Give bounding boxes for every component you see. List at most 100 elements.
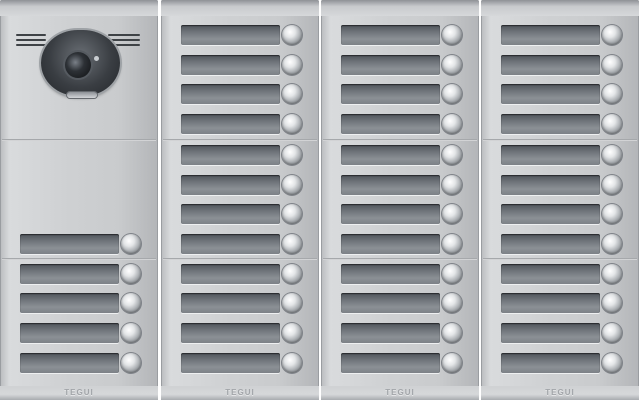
name-tag <box>20 353 119 373</box>
name-tag <box>181 204 280 224</box>
call-button-icon[interactable] <box>282 234 302 254</box>
name-tag <box>181 25 280 45</box>
call-button-icon[interactable] <box>282 264 302 284</box>
call-button-icon[interactable] <box>442 114 462 134</box>
name-tag <box>501 114 600 134</box>
module-divider <box>483 258 637 260</box>
call-button-icon[interactable] <box>282 323 302 343</box>
call-button-icon[interactable] <box>121 293 141 313</box>
name-tag <box>501 293 600 313</box>
call-button-icon[interactable] <box>602 145 622 165</box>
call-button-icon[interactable] <box>121 353 141 373</box>
speaker-grille-left <box>16 39 46 41</box>
call-button-icon[interactable] <box>602 264 622 284</box>
call-button-icon[interactable] <box>442 353 462 373</box>
camera-light-bar <box>67 92 97 98</box>
call-button-icon[interactable] <box>442 323 462 343</box>
brand-label: TEGUI <box>64 388 94 397</box>
name-tag <box>20 293 119 313</box>
call-button-icon[interactable] <box>602 84 622 104</box>
name-tag <box>341 264 440 284</box>
call-button-icon[interactable] <box>602 204 622 224</box>
call-button-icon[interactable] <box>442 84 462 104</box>
call-button-icon[interactable] <box>282 114 302 134</box>
call-button-icon[interactable] <box>602 25 622 45</box>
name-tag <box>181 145 280 165</box>
speaker-grille-left <box>16 44 46 46</box>
name-tag <box>501 234 600 254</box>
name-tag <box>341 25 440 45</box>
name-tag <box>501 25 600 45</box>
call-button-icon[interactable] <box>442 175 462 195</box>
call-button-icon[interactable] <box>282 293 302 313</box>
speaker-grille-left <box>16 34 46 36</box>
name-tag <box>501 323 600 343</box>
name-tag <box>20 234 119 254</box>
call-button-icon[interactable] <box>602 353 622 373</box>
call-button-icon[interactable] <box>282 25 302 45</box>
column-top-edge <box>321 0 479 16</box>
camera-icon <box>41 30 120 98</box>
column-top-edge <box>161 0 319 16</box>
speaker-grille-right <box>108 39 140 41</box>
call-button-icon[interactable] <box>442 293 462 313</box>
name-tag <box>181 114 280 134</box>
name-tag <box>341 323 440 343</box>
call-button-icon[interactable] <box>121 234 141 254</box>
module-divider <box>163 258 317 260</box>
call-button-icon[interactable] <box>602 175 622 195</box>
call-button-icon[interactable] <box>121 264 141 284</box>
call-button-icon[interactable] <box>442 145 462 165</box>
call-button-icon[interactable] <box>282 55 302 75</box>
call-button-icon[interactable] <box>442 55 462 75</box>
name-tag <box>341 114 440 134</box>
button-column: TEGUI <box>161 0 319 400</box>
name-tag <box>341 293 440 313</box>
call-button-icon[interactable] <box>602 55 622 75</box>
call-button-icon[interactable] <box>602 114 622 134</box>
name-tag <box>181 264 280 284</box>
camera-led <box>94 56 99 61</box>
name-tag <box>341 84 440 104</box>
call-button-icon[interactable] <box>282 204 302 224</box>
call-button-icon[interactable] <box>282 353 302 373</box>
name-tag <box>501 204 600 224</box>
camera-lens <box>65 52 91 78</box>
module-divider <box>2 139 156 141</box>
name-tag <box>341 353 440 373</box>
call-button-icon[interactable] <box>442 204 462 224</box>
call-button-icon[interactable] <box>442 234 462 254</box>
call-button-icon[interactable] <box>282 145 302 165</box>
name-tag <box>341 175 440 195</box>
button-column: TEGUI <box>481 0 639 400</box>
call-button-icon[interactable] <box>442 264 462 284</box>
module-divider <box>483 139 637 141</box>
call-button-icon[interactable] <box>602 323 622 343</box>
call-button-icon[interactable] <box>602 293 622 313</box>
call-button-icon[interactable] <box>282 84 302 104</box>
name-tag <box>181 293 280 313</box>
brand-label: TEGUI <box>545 388 575 397</box>
module-divider <box>2 258 156 260</box>
name-tag <box>341 145 440 165</box>
call-button-icon[interactable] <box>282 175 302 195</box>
brand-label: TEGUI <box>385 388 415 397</box>
name-tag <box>181 84 280 104</box>
button-column: TEGUI <box>321 0 479 400</box>
call-button-icon[interactable] <box>442 25 462 45</box>
name-tag <box>181 55 280 75</box>
column-top-edge <box>481 0 639 16</box>
call-button-icon[interactable] <box>121 323 141 343</box>
name-tag <box>20 323 119 343</box>
call-button-icon[interactable] <box>602 234 622 254</box>
name-tag <box>341 55 440 75</box>
module-divider <box>323 139 477 141</box>
name-tag <box>501 264 600 284</box>
intercom-panel: TEGUI TEGUI TEGUI TEGUI <box>0 0 641 400</box>
name-tag <box>501 175 600 195</box>
name-tag <box>20 264 119 284</box>
name-tag <box>181 353 280 373</box>
name-tag <box>501 353 600 373</box>
brand-label: TEGUI <box>225 388 255 397</box>
name-tag <box>501 145 600 165</box>
